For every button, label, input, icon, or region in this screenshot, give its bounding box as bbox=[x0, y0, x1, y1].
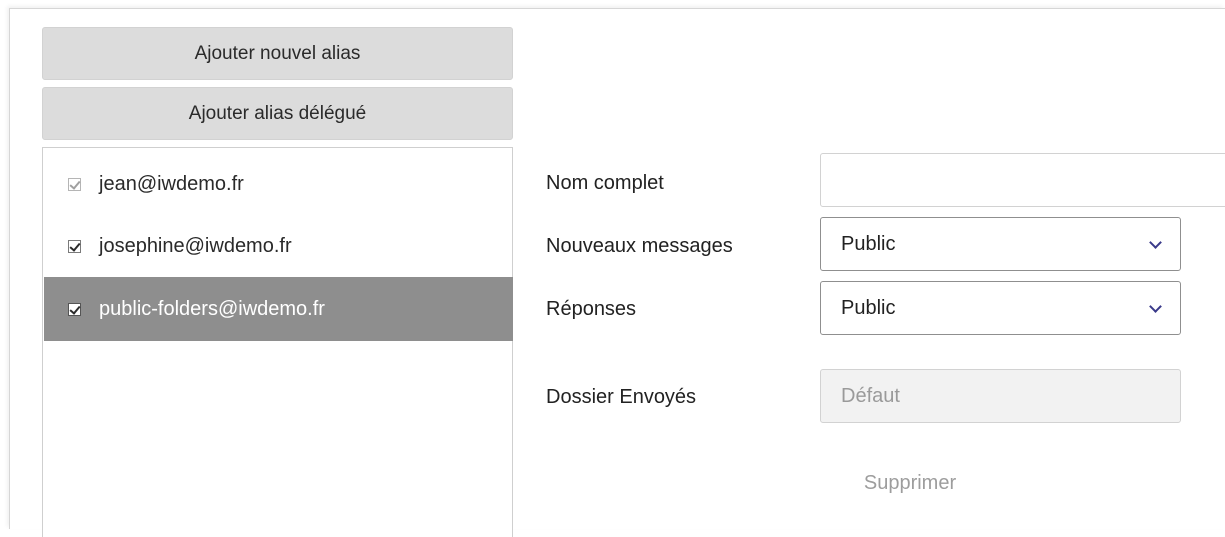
alias-list: jean@iwdemo.fr josephine@iwdemo.fr publi… bbox=[42, 147, 513, 537]
full-name-input[interactable] bbox=[820, 153, 1225, 207]
alias-item-josephine[interactable]: josephine@iwdemo.fr bbox=[44, 214, 513, 278]
add-delegated-alias-button[interactable]: Ajouter alias délégué bbox=[42, 87, 513, 140]
alias-item-jean[interactable]: jean@iwdemo.fr bbox=[44, 152, 513, 216]
alias-email: josephine@iwdemo.fr bbox=[99, 234, 292, 257]
add-alias-button[interactable]: Ajouter nouvel alias bbox=[42, 27, 513, 80]
replies-label: Réponses bbox=[546, 298, 637, 320]
sent-folder-field: Défaut bbox=[820, 369, 1181, 423]
alias-email: jean@iwdemo.fr bbox=[99, 172, 244, 195]
alias-email: public-folders@iwdemo.fr bbox=[99, 297, 325, 320]
delete-button[interactable]: Supprimer bbox=[820, 458, 1000, 508]
new-messages-select[interactable]: Public bbox=[820, 217, 1181, 271]
replies-value: Public bbox=[841, 296, 896, 319]
new-messages-label: Nouveaux messages bbox=[546, 235, 733, 257]
checkbox-checked-icon[interactable] bbox=[68, 302, 81, 316]
checkbox-checked-icon bbox=[68, 177, 81, 191]
alias-item-public-folders[interactable]: public-folders@iwdemo.fr bbox=[44, 277, 513, 341]
new-messages-value: Public bbox=[841, 232, 896, 255]
checkbox-checked-icon[interactable] bbox=[68, 239, 81, 253]
sent-folder-label: Dossier Envoyés bbox=[546, 386, 697, 408]
sent-folder-value: Défaut bbox=[841, 384, 900, 407]
full-name-label: Nom complet bbox=[546, 172, 664, 194]
replies-select[interactable]: Public bbox=[820, 281, 1181, 335]
chevron-down-icon bbox=[1149, 236, 1162, 249]
chevron-down-icon bbox=[1149, 300, 1162, 313]
